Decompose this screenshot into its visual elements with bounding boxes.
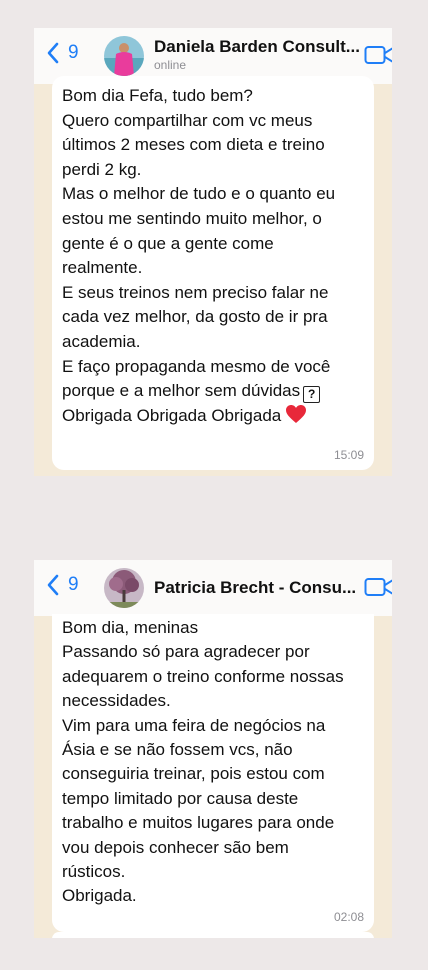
message-line: realmente.	[62, 258, 143, 278]
video-call-icon[interactable]	[364, 576, 392, 598]
message-line: Bom dia, meninas	[62, 618, 199, 637]
contact-name[interactable]: Patricia Brecht - Consu...	[154, 578, 356, 598]
question-box-glyph: ?	[303, 386, 321, 404]
message-line: necessidades.	[62, 691, 171, 711]
message-line: perdi 2 kg.	[62, 159, 142, 179]
message-line-with-glyph: porque e a melhor sem dúvidas?	[62, 379, 364, 404]
avatar[interactable]	[104, 36, 144, 76]
message-line: Ásia e se não fossem vcs, não	[62, 740, 293, 760]
avatar[interactable]	[104, 568, 144, 608]
back-button[interactable]: 9	[46, 574, 79, 596]
message-bubble[interactable]: Bom dia Fefa, tudo bem? Quero compartilh…	[52, 76, 374, 470]
message-line: tempo limitado por causa deste	[62, 788, 299, 808]
message-line: Vim para uma feira de negócios na	[62, 715, 326, 735]
message-line: últimos 2 meses com dieta e treino	[62, 135, 325, 155]
heart-emoji	[286, 404, 307, 423]
message-line: rústicos.	[62, 862, 126, 882]
back-unread-count: 9	[68, 574, 79, 595]
message-timestamp: 15:09	[333, 448, 364, 462]
message-line: estou me sentindo muito melhor, o	[62, 208, 322, 228]
message-line: conseguiria treinar, pois estou com	[62, 764, 325, 784]
chevron-left-icon	[47, 42, 59, 64]
message-bubble[interactable]: Bom dia, meninas Passando só para agrade…	[52, 614, 374, 932]
message-line: Passando só para agradecer por	[62, 642, 310, 662]
message-line: Obrigada.	[62, 886, 137, 906]
chevron-left-icon	[47, 574, 59, 596]
video-call-icon[interactable]	[364, 44, 392, 66]
next-message-bubble-edge	[52, 932, 374, 938]
message-line: gente é o que a gente come	[62, 233, 274, 253]
chat-screenshot-daniela: 9 Daniela Barden Consult... online Bom d…	[34, 28, 392, 476]
message-line: trabalho e muitos lugares para onde	[62, 813, 335, 833]
message-timestamp: 02:08	[333, 910, 364, 924]
message-line: adequarem o treino conforme nossas	[62, 666, 344, 686]
message-text: Obrigada Obrigada Obrigada	[62, 405, 282, 425]
message-line: E seus treinos nem preciso falar ne	[62, 282, 329, 302]
contact-name[interactable]: Daniela Barden Consult...	[154, 37, 360, 57]
message-line: Quero compartilhar com vc meus	[62, 110, 313, 130]
message-line: cada vez melhor, da gosto de ir pra	[62, 307, 328, 327]
back-unread-count: 9	[68, 42, 79, 63]
message-line: vou depois conhecer são bem	[62, 837, 289, 857]
message-text: porque e a melhor sem dúvidas	[62, 381, 301, 401]
contact-status: online	[154, 58, 187, 72]
message-line: E faço propaganda mesmo de você	[62, 356, 331, 376]
message-line: academia.	[62, 331, 141, 351]
message-line-with-emoji: Obrigada Obrigada Obrigada	[62, 404, 364, 429]
chat-screenshot-patricia: 9 Patricia Brecht - Consu... Bom dia, me…	[34, 560, 392, 938]
message-line: Bom dia Fefa, tudo bem?	[62, 86, 253, 105]
message-line: Mas o melhor de tudo e o quanto eu	[62, 184, 336, 204]
back-button[interactable]: 9	[46, 42, 79, 64]
